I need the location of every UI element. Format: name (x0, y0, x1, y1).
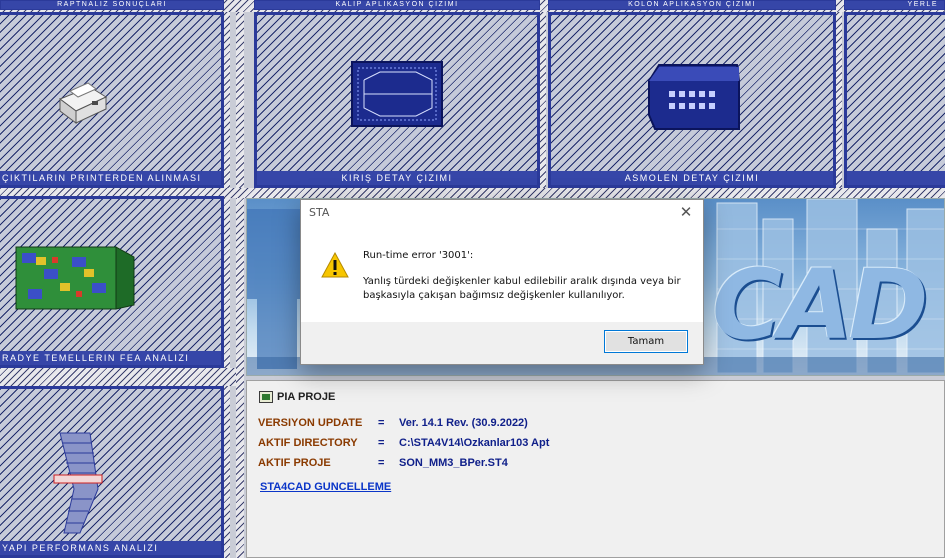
tile-caption: YERLE (845, 1, 944, 9)
error-message: Yanlış türdeki değişkenler kabul edilebi… (363, 276, 681, 301)
error-heading: Run-time error '3001': (363, 250, 474, 261)
tile-caption (847, 171, 945, 185)
tile-strip-kalip[interactable]: KALIP APLIKASYON ÇIZIMI (254, 0, 540, 10)
tile-strip-yerle[interactable]: YERLE (844, 0, 945, 10)
divider-vertical-2 (236, 0, 244, 558)
tile-beam-detail[interactable]: KIRIŞ DETAY ÇIZIMI (254, 12, 540, 188)
dialog-footer: Tamam (301, 322, 703, 364)
project-icon (259, 391, 273, 403)
info-equals: = (378, 457, 385, 469)
tile-caption: RADYE TEMELLERIN FEA ANALIZI (0, 351, 221, 365)
info-row-project: AKTIF PROJE = SON_MM3_BPer.ST4 (258, 457, 508, 469)
info-row-version: VERSIYON UPDATE = Ver. 14.1 Rev. (30.9.2… (258, 417, 528, 429)
runtime-error-dialog: STA ✕ Run-time error '3001': Yanlış türd… (300, 199, 704, 365)
tile-raft-fea[interactable]: RADYE TEMELLERIN FEA ANALIZI (0, 196, 224, 368)
tile-strip-kolon[interactable]: KOLON APLIKASYON ÇIZIMI (548, 0, 836, 10)
divider-horizontal-3 (0, 368, 236, 386)
divider-vertical-4 (836, 0, 842, 192)
performance-analysis-icon (53, 432, 103, 534)
tile-caption: ASMOLEN DETAY ÇIZIMI (551, 171, 833, 185)
printer-icon (58, 82, 108, 124)
ok-button[interactable]: Tamam (604, 330, 688, 353)
tile-structure-performance[interactable]: YAPI PERFORMANS ANALIZI (0, 386, 224, 558)
info-label: AKTIF PROJE (258, 457, 331, 469)
dialog-body: Run-time error '3001': Yanlış türdeki de… (301, 228, 703, 324)
tile-strip-raptnaliz[interactable]: RAPTNALIZ SONUÇLARI (0, 0, 224, 10)
dialog-title: STA (309, 206, 330, 219)
info-equals: = (378, 417, 385, 429)
info-row-directory: AKTIF DIRECTORY = C:\STA4V14\Ozkanlar103… (258, 437, 549, 449)
asmolen-detail-icon (648, 64, 740, 130)
info-equals: = (378, 437, 385, 449)
divider-vertical-1 (224, 0, 230, 558)
warning-icon (321, 252, 349, 278)
project-info-panel: PIA PROJE VERSIYON UPDATE = Ver. 14.1 Re… (246, 380, 945, 558)
tile-printer-output[interactable]: ÇIKTILARIN PRINTERDEN ALINMASI (0, 12, 224, 188)
tile-caption: ÇIKTILARIN PRINTERDEN ALINMASI (0, 171, 221, 185)
tile-caption: KIRIŞ DETAY ÇIZIMI (257, 171, 537, 185)
tile-asmolen-detail[interactable]: ASMOLEN DETAY ÇIZIMI (548, 12, 836, 188)
close-icon[interactable]: ✕ (675, 202, 697, 222)
tile-caption: RAPTNALIZ SONUÇLARI (1, 1, 223, 9)
info-value: C:\STA4V14\Ozkanlar103 Apt (399, 437, 550, 449)
tile-caption: YAPI PERFORMANS ANALIZI (0, 541, 221, 555)
info-label: AKTIF DIRECTORY (258, 437, 358, 449)
info-value: Ver. 14.1 Rev. (30.9.2022) (399, 417, 528, 429)
info-label: VERSIYON UPDATE (258, 417, 363, 429)
tile-partial-right[interactable] (844, 12, 945, 188)
project-title-label: PIA PROJE (277, 391, 336, 403)
update-link[interactable]: STA4CAD GUNCELLEME (260, 481, 391, 493)
project-title: PIA PROJE (259, 391, 335, 403)
banner-logo-text: CAD (712, 249, 928, 361)
tile-caption: KALIP APLIKASYON ÇIZIMI (255, 1, 539, 9)
info-value: SON_MM3_BPer.ST4 (399, 457, 508, 469)
divider-vertical-3 (540, 0, 546, 192)
beam-detail-icon (351, 61, 443, 127)
raft-fea-icon (15, 246, 135, 310)
tile-caption: KOLON APLIKASYON ÇIZIMI (549, 1, 835, 9)
